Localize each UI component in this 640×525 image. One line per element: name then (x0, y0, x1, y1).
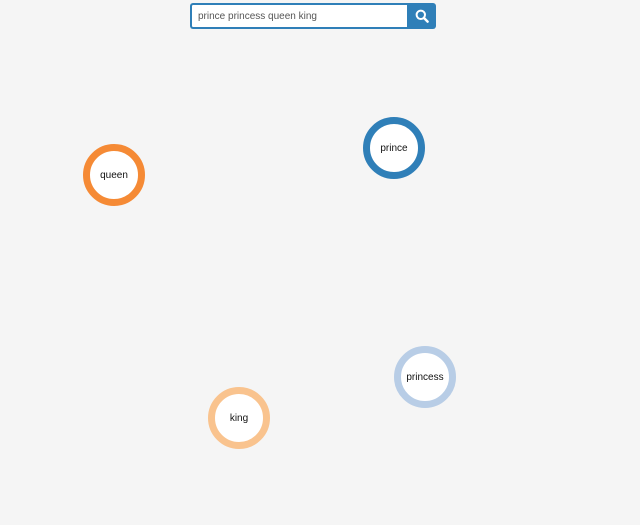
word-node-princess[interactable]: princess (394, 346, 456, 408)
search-bar (190, 3, 436, 29)
search-input[interactable] (190, 3, 407, 29)
word-node-queen[interactable]: queen (83, 144, 145, 206)
search-button[interactable] (407, 3, 436, 29)
word-node-label: prince (380, 142, 408, 154)
word-node-prince[interactable]: prince (363, 117, 425, 179)
search-icon (415, 9, 429, 23)
word-node-label: king (229, 412, 249, 424)
word-node-king[interactable]: king (208, 387, 270, 449)
word-node-label: princess (406, 371, 444, 383)
word-node-label: queen (100, 169, 128, 181)
